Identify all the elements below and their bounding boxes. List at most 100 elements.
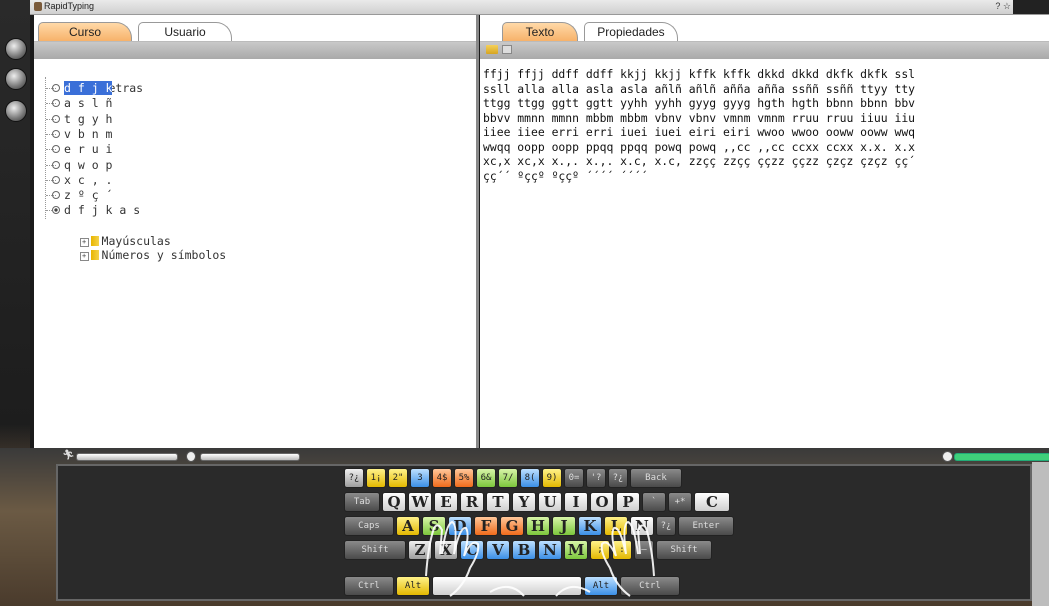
key-5sym[interactable]: 5% bbox=[454, 468, 474, 488]
tree-group-mayusculas[interactable]: + Mayúsculas bbox=[38, 220, 171, 248]
key-n[interactable]: N bbox=[538, 540, 562, 560]
key-9sym[interactable]: 9) bbox=[542, 468, 562, 488]
print-icon[interactable] bbox=[502, 45, 512, 54]
key-sym[interactable]: — bbox=[634, 540, 654, 560]
lesson-item[interactable]: x c , . bbox=[52, 173, 112, 187]
key-i[interactable]: I bbox=[564, 492, 588, 512]
speed-slider-handle[interactable] bbox=[186, 451, 196, 462]
key-shift[interactable]: Shift bbox=[344, 540, 406, 560]
key-c[interactable]: C bbox=[694, 492, 730, 512]
radio-checked-icon[interactable] bbox=[52, 206, 60, 215]
key-n[interactable]: N bbox=[630, 516, 654, 536]
key-e[interactable]: E bbox=[434, 492, 458, 512]
key-4sym[interactable]: 4$ bbox=[432, 468, 452, 488]
key-ctrl[interactable]: Ctrl bbox=[344, 576, 394, 596]
key-back[interactable]: Back bbox=[630, 468, 682, 488]
tab-propiedades[interactable]: Propiedades bbox=[584, 22, 678, 41]
window-controls[interactable] bbox=[1013, 0, 1049, 14]
key-shift[interactable]: Shift bbox=[656, 540, 712, 560]
key-sym[interactable]: : bbox=[612, 540, 632, 560]
sidebar-chart-icon[interactable] bbox=[5, 68, 27, 90]
radio-icon[interactable] bbox=[52, 114, 60, 123]
key-alt[interactable]: Alt bbox=[584, 576, 618, 596]
lesson-item[interactable]: q w o p bbox=[52, 158, 112, 172]
key-b[interactable]: B bbox=[512, 540, 536, 560]
key-o[interactable]: O bbox=[590, 492, 614, 512]
lesson-item[interactable]: d f j k a s bbox=[52, 203, 140, 217]
radio-icon[interactable] bbox=[52, 145, 60, 154]
text-line: çç´´ ºççº ºççº ´´´´ ´´´´ bbox=[483, 168, 648, 183]
key-symsym[interactable]: ?¿ bbox=[656, 516, 676, 536]
key-t[interactable]: T bbox=[486, 492, 510, 512]
text-toolstrip bbox=[480, 42, 1049, 59]
key-2sym[interactable]: 2" bbox=[388, 468, 408, 488]
key-w[interactable]: W bbox=[408, 492, 432, 512]
speed-slider[interactable] bbox=[76, 453, 178, 461]
key-symsym[interactable]: ?¿ bbox=[344, 468, 364, 488]
lesson-item[interactable]: z º ç ´ bbox=[52, 188, 112, 202]
key-m[interactable]: M bbox=[564, 540, 588, 560]
lesson-item[interactable]: d f j k bbox=[52, 81, 113, 95]
key-q[interactable]: Q bbox=[382, 492, 406, 512]
radio-icon[interactable] bbox=[52, 84, 60, 92]
tab-usuario[interactable]: Usuario bbox=[138, 22, 232, 41]
key-8sym[interactable]: 8( bbox=[520, 468, 540, 488]
key-6sym[interactable]: 6& bbox=[476, 468, 496, 488]
keyboard-side bbox=[1032, 462, 1049, 606]
key-alt[interactable]: Alt bbox=[396, 576, 430, 596]
key-symsym[interactable]: ?¿ bbox=[608, 468, 628, 488]
key-k[interactable]: K bbox=[578, 516, 602, 536]
key-3[interactable]: 3 bbox=[410, 468, 430, 488]
radio-icon[interactable] bbox=[52, 191, 60, 200]
lesson-item[interactable]: a s l ñ bbox=[52, 96, 112, 110]
key-x[interactable]: X bbox=[434, 540, 458, 560]
tree-group-numeros[interactable]: + Números y símbolos bbox=[38, 234, 226, 262]
lesson-item[interactable]: t g y h bbox=[52, 112, 112, 126]
key-ctrl[interactable]: Ctrl bbox=[620, 576, 680, 596]
key-0sym[interactable]: 0= bbox=[564, 468, 584, 488]
radio-icon[interactable] bbox=[52, 129, 60, 138]
key-v[interactable]: V bbox=[486, 540, 510, 560]
volume-slider[interactable] bbox=[200, 453, 300, 461]
radio-icon[interactable] bbox=[52, 175, 60, 184]
key-l[interactable]: L bbox=[604, 516, 628, 536]
key-s[interactable]: S bbox=[422, 516, 446, 536]
expand-icon[interactable]: + bbox=[79, 252, 89, 261]
key-enter[interactable]: Enter bbox=[678, 516, 734, 536]
lesson-item[interactable]: v b n m bbox=[52, 127, 112, 141]
key-u[interactable]: U bbox=[538, 492, 562, 512]
key-r[interactable]: R bbox=[460, 492, 484, 512]
open-folder-icon[interactable] bbox=[486, 45, 498, 54]
help-buttons[interactable]: ? ☆ bbox=[995, 1, 1011, 12]
key-7sym[interactable]: 7/ bbox=[498, 468, 518, 488]
key-h[interactable]: H bbox=[526, 516, 550, 536]
lesson-label: d f j k a s bbox=[64, 203, 141, 218]
tab-texto[interactable]: Texto bbox=[502, 22, 578, 41]
tree-root-letras[interactable]: −Letras bbox=[38, 67, 143, 95]
key-a[interactable]: A bbox=[396, 516, 420, 536]
key-c[interactable]: C bbox=[460, 540, 484, 560]
key-sym[interactable]: ` bbox=[642, 492, 666, 512]
key-tab[interactable]: Tab bbox=[344, 492, 380, 512]
lesson-text[interactable]: ffjj ffjj ddff ddff kkjj kkjj kffk kffk … bbox=[483, 67, 1049, 183]
radio-icon[interactable] bbox=[52, 160, 60, 169]
key-p[interactable]: P bbox=[616, 492, 640, 512]
key-g[interactable]: G bbox=[500, 516, 524, 536]
key-caps[interactable]: Caps bbox=[344, 516, 394, 536]
key-j[interactable]: J bbox=[552, 516, 576, 536]
radio-icon[interactable] bbox=[52, 99, 60, 108]
key-d[interactable]: D bbox=[448, 516, 472, 536]
sidebar-book-icon[interactable] bbox=[5, 100, 27, 122]
key-1sym[interactable]: 1¡ bbox=[366, 468, 386, 488]
key-z[interactable]: Z bbox=[408, 540, 432, 560]
progress-handle[interactable] bbox=[942, 451, 953, 462]
key-space[interactable] bbox=[432, 576, 582, 596]
key-y[interactable]: Y bbox=[512, 492, 536, 512]
tab-curso[interactable]: Curso bbox=[38, 22, 132, 41]
sidebar-globe-icon[interactable] bbox=[5, 38, 27, 60]
key-symsym[interactable]: +* bbox=[668, 492, 692, 512]
key-symsym[interactable]: '? bbox=[586, 468, 606, 488]
lesson-item[interactable]: e r u i bbox=[52, 142, 112, 156]
key-f[interactable]: F bbox=[474, 516, 498, 536]
key-sym[interactable]: ; bbox=[590, 540, 610, 560]
